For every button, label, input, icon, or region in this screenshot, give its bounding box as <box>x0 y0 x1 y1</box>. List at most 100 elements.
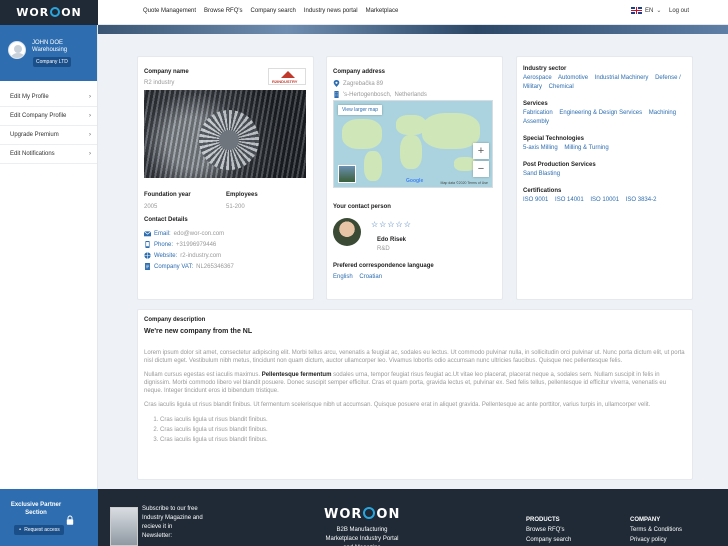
view-larger-map-button[interactable]: View larger map <box>338 105 383 115</box>
address-panel: Company address Zagrebačka 89 's-Hertoge… <box>326 56 503 300</box>
website-value[interactable]: r2-industry.com <box>180 253 221 259</box>
email-label: Email: <box>154 230 171 237</box>
list-item: Cras iaculis ligula ut risus blandit fin… <box>160 415 686 425</box>
vat-value: NL265346367 <box>196 263 234 270</box>
sector-tag[interactable]: Aerospace <box>523 75 552 81</box>
industry-sector-label: Industry sector <box>523 66 567 72</box>
address-street: Zagrebačka 89 <box>343 80 384 87</box>
sidebar-item-edit-profile[interactable]: Edit My Profile › <box>0 88 97 107</box>
address-city: 's-Hertogenbosch, <box>343 91 392 98</box>
sidebar-item-label: Edit My Profile <box>10 94 49 100</box>
service-tag[interactable]: Machining <box>649 110 676 116</box>
avatar[interactable] <box>8 41 26 59</box>
special-tag[interactable]: 5-axis Milling <box>523 145 558 151</box>
nav-company-search[interactable]: Company search <box>251 8 296 14</box>
sector-tag[interactable]: Automotive <box>558 75 588 81</box>
footer-link-privacy[interactable]: Privacy policy <box>630 535 682 545</box>
company-badge[interactable]: Company LTD <box>33 57 71 67</box>
phone-value[interactable]: +31996979446 <box>176 242 216 248</box>
contact-person-name: Edo Risek <box>377 237 407 243</box>
industry-panel: Industry sector Aerospace Automotive Ind… <box>516 56 693 300</box>
nav-quote-management[interactable]: Quote Management <box>143 8 196 14</box>
company-map[interactable]: View larger map + − Google Map data ©202… <box>333 100 493 188</box>
map-layer-thumbnail[interactable] <box>338 165 356 183</box>
sidebar-item-notifications[interactable]: Edit Notifications › <box>0 145 97 164</box>
rating-stars[interactable]: ☆☆☆☆☆ <box>371 220 412 229</box>
logo[interactable]: WOR ON <box>0 0 98 25</box>
description-panel: Company description We're new company fr… <box>137 309 693 480</box>
header-banner <box>98 25 728 34</box>
request-access-button[interactable]: ⚬ Request access <box>14 525 64 535</box>
contact-person-photo <box>333 218 361 246</box>
zoom-in-button[interactable]: + <box>473 143 489 159</box>
description-paragraph: Cras iaculis ligula ut risus blandit fin… <box>144 402 651 408</box>
nav-browse-rfqs[interactable]: Browse RFQ's <box>204 8 242 14</box>
industry-sector-list: Aerospace Automotive Industrial Machiner… <box>523 74 689 92</box>
post-tag[interactable]: Sand Blasting <box>523 171 560 177</box>
service-tag[interactable]: Assembly <box>523 119 549 125</box>
company-logo-text: R2INDUSTRY <box>272 79 298 84</box>
language-code: EN <box>645 7 654 14</box>
main-nav: Quote Management Browse RFQ's Company se… <box>143 8 398 14</box>
partner-section: Exclusive Partner Section ⚬ Request acce… <box>0 489 98 546</box>
cert-tag[interactable]: ISO 10001 <box>590 197 619 203</box>
vat-row: Company VAT: NL265346367 <box>144 263 234 270</box>
nav-industry-news[interactable]: Industry news portal <box>304 8 358 14</box>
email-value[interactable]: edo@wor-con.com <box>174 231 224 237</box>
footer-link-browse-rfqs[interactable]: Browse RFQ's <box>526 525 571 535</box>
sidebar-item-edit-company[interactable]: Edit Company Profile › <box>0 107 97 126</box>
chevron-right-icon: › <box>89 132 91 138</box>
employees-label: Employees <box>226 192 258 198</box>
profile-name: JOHN DOE Warehousing <box>32 40 67 54</box>
chevron-down-icon: ⌄ <box>656 8 662 14</box>
language-english[interactable]: English <box>333 274 353 280</box>
footer: Subscribe to our free Industry Magazine … <box>98 489 728 546</box>
foundation-value: 2005 <box>144 204 158 210</box>
street-row: Zagrebačka 89 <box>333 80 427 87</box>
footer-logo[interactable]: WOR ON <box>324 507 400 522</box>
magazine-thumbnail[interactable] <box>110 507 138 546</box>
top-navbar: WOR ON Quote Management Browse RFQ's Comp… <box>0 0 728 25</box>
sidebar-item-upgrade[interactable]: Upgrade Premium › <box>0 126 97 145</box>
footer-link-company-search[interactable]: Company search <box>526 535 571 545</box>
services-label: Services <box>523 101 548 107</box>
chevron-right-icon: › <box>89 113 91 119</box>
contact-details-title: Contact Details <box>144 217 188 223</box>
logo-text: WOR ON <box>16 6 82 19</box>
foundation-label: Foundation year <box>144 192 191 198</box>
footer-products: PRODUCTS Browse RFQ's Company search <box>526 515 571 545</box>
special-tag[interactable]: Milling & Turning <box>564 145 608 151</box>
footer-link-terms[interactable]: Terms & Conditions <box>630 525 682 535</box>
service-tag[interactable]: Engineering & Design Services <box>559 110 642 116</box>
post-production-label: Post Production Services <box>523 162 596 168</box>
paragraph-text: Nullam cursus egestas est iaculis maximu… <box>144 372 261 378</box>
description-list: Cras iaculis ligula ut risus blandit fin… <box>160 415 686 445</box>
footer-products-title: PRODUCTS <box>526 517 560 523</box>
description-label: Company description <box>144 317 206 323</box>
nav-marketplace[interactable]: Marketplace <box>366 8 399 14</box>
sector-tag[interactable]: Chemical <box>549 84 574 90</box>
zoom-out-button[interactable]: − <box>473 161 489 177</box>
sidebar-item-label: Edit Notifications <box>10 151 55 157</box>
profile-card: JOHN DOE Warehousing Company LTD <box>0 25 97 81</box>
city-row: 's-Hertogenbosch, Netherlands <box>333 91 427 98</box>
logout-link[interactable]: Log out <box>669 8 689 14</box>
description-paragraph: Lorem ipsum dolor sit amet, consectetur … <box>144 350 685 364</box>
language-selector[interactable]: EN ⌄ <box>631 7 661 14</box>
sector-tag[interactable]: Industrial Machinery <box>595 75 649 81</box>
language-croatian[interactable]: Croatian <box>359 274 382 280</box>
cert-tag[interactable]: ISO 14001 <box>555 197 584 203</box>
footer-tagline: B2B Manufacturing Marketplace Industry P… <box>325 527 399 546</box>
phone-label: Phone: <box>154 241 174 248</box>
cert-tag[interactable]: ISO 3834-2 <box>626 197 657 203</box>
description-headline: We're new company from the NL <box>144 328 253 335</box>
envelope-icon <box>144 231 151 237</box>
address-country: Netherlands <box>394 91 427 98</box>
correspondence-language-label: Prefered correspondence language <box>333 263 434 269</box>
service-tag[interactable]: Fabrication <box>523 110 553 116</box>
building-icon <box>334 91 339 98</box>
map-attribution[interactable]: Map data ©2020 Terms of Use <box>441 181 488 185</box>
chevron-right-icon: › <box>89 151 91 157</box>
cert-tag[interactable]: ISO 9001 <box>523 197 548 203</box>
footer-company: COMPANY Terms & Conditions Privacy polic… <box>630 515 682 545</box>
